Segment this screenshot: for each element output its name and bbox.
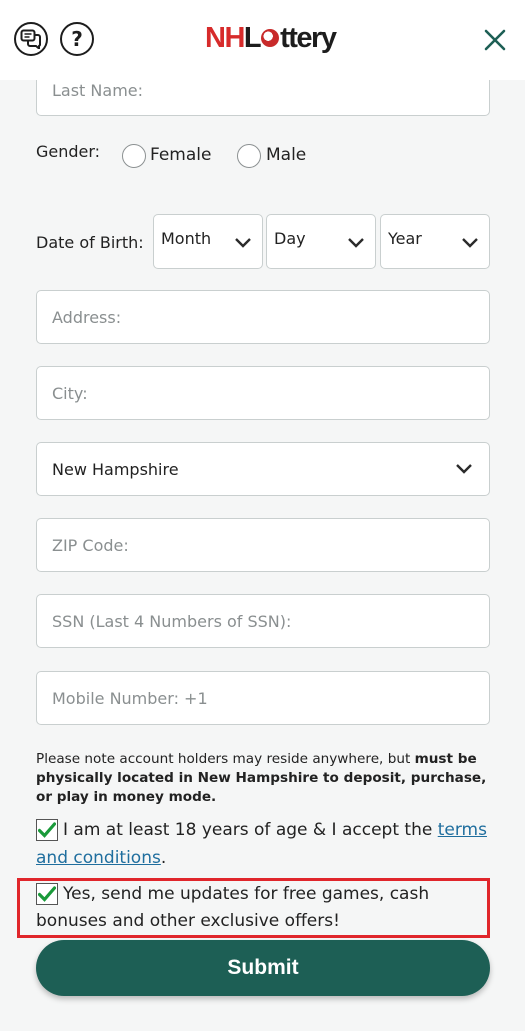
terms-link[interactable]: terms [438, 820, 487, 840]
location-notice: Please note account holders may reside a… [36, 751, 487, 805]
ssn-input[interactable]: SSN (Last 4 Numbers of SSN): [36, 594, 490, 648]
nh-lottery-logo[interactable]: NH Lttery [205, 20, 337, 56]
submit-button[interactable]: Submit [36, 940, 490, 996]
dob-day-value: Day [274, 229, 306, 248]
mobile-number-input[interactable]: Mobile Number: +1 [36, 671, 490, 725]
age-terms-checkbox[interactable] [36, 819, 58, 841]
city-input[interactable]: City: [36, 366, 490, 420]
female-radio[interactable] [122, 144, 146, 168]
male-label[interactable]: Male [266, 145, 306, 165]
state-select[interactable]: New Hampshire [36, 442, 490, 496]
mobile-placeholder: Mobile Number: +1 [52, 688, 208, 708]
help-icon[interactable]: ? [60, 22, 94, 56]
age-terms-text-line2: and conditions. [36, 848, 167, 868]
state-value: New Hampshire [52, 459, 179, 479]
address-input[interactable]: Address: [36, 290, 490, 344]
updates-optin-text: Yes, send me updates for free games, cas… [63, 884, 430, 904]
zip-placeholder: ZIP Code: [52, 535, 129, 555]
chevron-down-icon [462, 238, 478, 248]
dob-year-select[interactable]: Year [380, 214, 490, 269]
age-terms-text: I am at least 18 years of age & I accept… [63, 820, 487, 840]
city-placeholder: City: [52, 383, 88, 403]
male-radio[interactable] [237, 144, 261, 168]
gender-label: Gender: [36, 142, 101, 161]
checkmark-icon [38, 886, 56, 902]
conditions-link[interactable]: and conditions [36, 848, 161, 868]
top-bar: ? NH Lttery [0, 0, 525, 80]
chevron-down-icon [235, 238, 251, 248]
dob-month-select[interactable]: Month [153, 214, 263, 269]
checkmark-icon [38, 822, 56, 838]
zip-code-input[interactable]: ZIP Code: [36, 518, 490, 572]
dob-month-value: Month [161, 229, 212, 248]
close-icon[interactable] [477, 22, 513, 58]
last-name-placeholder: Last Name: [52, 80, 144, 100]
updates-optin-checkbox[interactable] [36, 883, 58, 905]
dob-label: Date of Birth: [36, 233, 144, 252]
address-placeholder: Address: [52, 307, 122, 327]
dob-year-value: Year [388, 229, 422, 248]
chat-icon[interactable] [14, 22, 48, 56]
chevron-down-icon [348, 238, 364, 248]
updates-optin-text-line2: bonuses and other exclusive offers! [36, 911, 340, 931]
female-label[interactable]: Female [150, 145, 211, 165]
ssn-placeholder: SSN (Last 4 Numbers of SSN): [52, 611, 292, 631]
lottery-ball-icon [261, 29, 280, 47]
chevron-down-icon [456, 464, 472, 474]
dob-day-select[interactable]: Day [266, 214, 376, 269]
